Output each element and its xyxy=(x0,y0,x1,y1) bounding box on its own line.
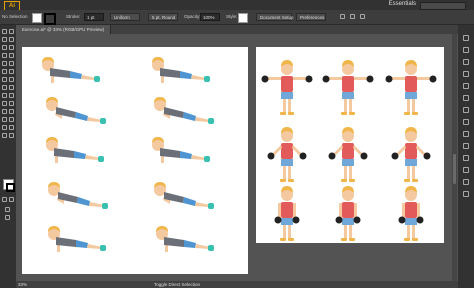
mesh-tool-icon[interactable] xyxy=(2,101,7,106)
hand-tool-icon[interactable] xyxy=(2,133,7,138)
status-bar: 33% Toggle Direct Selection xyxy=(16,281,458,288)
artboard-dumbbells[interactable] xyxy=(256,47,444,243)
dumbbell-figure xyxy=(336,186,361,241)
document-tab-bar: Exercise.ai* @ 33% (RGB/GPU Preview) xyxy=(16,25,458,34)
pushup-figure xyxy=(156,226,214,252)
selection-label: No Selection xyxy=(2,14,28,19)
free-transform-tool-icon[interactable] xyxy=(9,85,14,90)
curvature-tool-icon[interactable] xyxy=(9,45,14,50)
color-panel-icon[interactable] xyxy=(463,71,469,77)
menu-bar: Ai Essentials xyxy=(0,0,474,11)
gradient-tool-icon[interactable] xyxy=(9,101,14,106)
fill-swatch[interactable] xyxy=(32,13,42,23)
pushup-figure xyxy=(46,97,106,124)
pushup-figure xyxy=(154,97,214,124)
gradient-panel-icon[interactable] xyxy=(463,131,469,137)
document-setup-button[interactable]: Document Setup xyxy=(256,13,294,21)
dumbbell-figure xyxy=(399,186,424,241)
preferences-button[interactable]: Preferences xyxy=(296,13,326,21)
width-tool-icon[interactable] xyxy=(2,85,7,90)
pushup-figure xyxy=(154,182,214,209)
graphic-style-swatch[interactable] xyxy=(238,13,248,23)
gradient-mode-icon[interactable] xyxy=(9,197,14,202)
variable-width-profile-dropdown[interactable]: Uniform xyxy=(110,13,140,21)
search-stock-input[interactable] xyxy=(420,2,466,10)
slice-tool-icon[interactable] xyxy=(9,125,14,130)
column-graph-tool-icon[interactable] xyxy=(9,117,14,122)
align-icon[interactable] xyxy=(340,14,345,19)
tools-panel xyxy=(0,25,16,288)
artboard-pushups[interactable] xyxy=(22,47,248,274)
scrollbar-thumb[interactable] xyxy=(453,154,456,184)
perspective-grid-tool-icon[interactable] xyxy=(9,93,14,98)
document-tab[interactable]: Exercise.ai* @ 33% (RGB/GPU Preview) xyxy=(16,25,112,34)
eraser-tool-icon[interactable] xyxy=(9,69,14,74)
lasso-tool-icon[interactable] xyxy=(9,37,14,42)
symbol-sprayer-tool-icon[interactable] xyxy=(2,117,7,122)
status-text: Toggle Direct Selection xyxy=(154,282,201,287)
pen-tool-icon[interactable] xyxy=(2,45,7,50)
pushup-figure xyxy=(46,137,104,163)
magic-wand-tool-icon[interactable] xyxy=(2,37,7,42)
zoom-level[interactable]: 33% xyxy=(18,281,27,288)
dumbbell-figure xyxy=(268,127,307,182)
stroke-color-box[interactable] xyxy=(6,183,15,192)
pushup-figure xyxy=(152,57,210,83)
panel-dock xyxy=(458,25,474,288)
dumbbell-figure xyxy=(329,127,368,182)
screen-mode-icon[interactable] xyxy=(5,215,10,220)
line-segment-tool-icon[interactable] xyxy=(9,53,14,58)
pushup-figure xyxy=(42,57,100,83)
blend-tool-icon[interactable] xyxy=(9,109,14,114)
appearance-panel-icon[interactable] xyxy=(463,155,469,161)
stroke-weight-field[interactable]: 1 pt xyxy=(84,13,104,21)
opacity-field[interactable]: 100% xyxy=(200,13,220,21)
arrange-icon[interactable] xyxy=(360,14,365,19)
shape-builder-tool-icon[interactable] xyxy=(2,93,7,98)
type-tool-icon[interactable] xyxy=(2,53,7,58)
transform-icon[interactable] xyxy=(350,14,355,19)
vertical-scrollbar[interactable] xyxy=(452,34,457,281)
pathfinder-panel-icon[interactable] xyxy=(463,191,469,197)
graphic-styles-panel-icon[interactable] xyxy=(463,167,469,173)
align-panel-icon[interactable] xyxy=(463,179,469,185)
paintbrush-tool-icon[interactable] xyxy=(9,61,14,66)
scale-tool-icon[interactable] xyxy=(9,77,14,82)
brushes-panel-icon[interactable] xyxy=(463,95,469,101)
stroke-panel-icon[interactable] xyxy=(463,119,469,125)
dumbbell-figure xyxy=(392,127,431,182)
pushup-figure xyxy=(152,137,210,163)
properties-panel-icon[interactable] xyxy=(463,35,469,41)
dumbbell-figure xyxy=(323,60,374,115)
pencil-tool-icon[interactable] xyxy=(2,69,7,74)
workspace-switcher[interactable]: Essentials xyxy=(389,1,416,7)
drawing-mode-icon[interactable] xyxy=(5,207,10,212)
layers-panel-icon[interactable] xyxy=(463,47,469,53)
style-label: Style: xyxy=(226,14,238,19)
pushup-figure xyxy=(48,182,108,209)
libraries-panel-icon[interactable] xyxy=(463,59,469,65)
eyedropper-tool-icon[interactable] xyxy=(2,109,7,114)
brush-definition-dropdown[interactable]: 5 pt. Round xyxy=(148,13,178,21)
pushup-illustrations xyxy=(42,57,214,252)
dumbbell-illustrations xyxy=(256,47,444,243)
swatches-panel-icon[interactable] xyxy=(463,83,469,89)
color-mode-icon[interactable] xyxy=(2,197,7,202)
opacity-label: Opacity: xyxy=(184,14,201,19)
zoom-tool-icon[interactable] xyxy=(9,133,14,138)
selection-tool-icon[interactable] xyxy=(2,29,7,34)
rectangle-tool-icon[interactable] xyxy=(2,61,7,66)
artboard-tool-icon[interactable] xyxy=(2,125,7,130)
symbols-panel-icon[interactable] xyxy=(463,107,469,113)
stroke-swatch[interactable] xyxy=(44,13,56,25)
rotate-tool-icon[interactable] xyxy=(2,77,7,82)
pushup-figure xyxy=(48,226,106,252)
stroke-label: Stroke: xyxy=(66,14,81,19)
direct-selection-tool-icon[interactable] xyxy=(9,29,14,34)
dumbbell-figure xyxy=(275,186,300,241)
dumbbell-figure xyxy=(386,60,437,115)
dumbbell-figure xyxy=(262,60,313,115)
control-bar: No Selection Stroke: 1 pt Uniform 5 pt. … xyxy=(0,10,474,25)
transparency-panel-icon[interactable] xyxy=(463,143,469,149)
